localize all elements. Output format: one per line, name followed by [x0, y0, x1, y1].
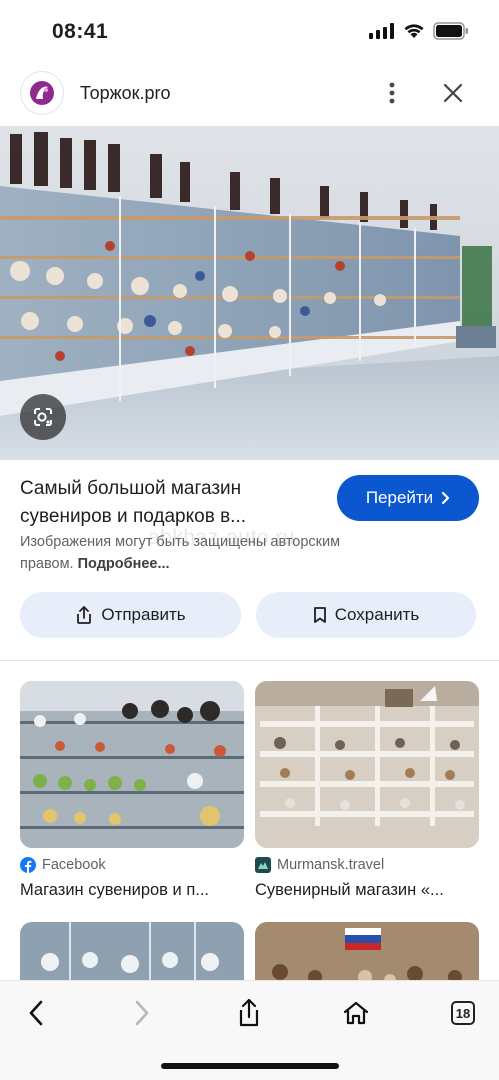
status-bar: 08:41	[0, 0, 499, 64]
share-button[interactable]: Отправить	[20, 592, 241, 638]
battery-icon	[433, 22, 468, 40]
more-vert-icon	[389, 82, 395, 104]
facebook-icon	[20, 857, 36, 873]
visit-label: Перейти	[365, 488, 434, 507]
close-button[interactable]	[438, 78, 468, 108]
site-logo-icon	[30, 81, 54, 105]
related-source-name-1: Facebook	[42, 857, 106, 873]
tabs-button[interactable]: 18	[441, 991, 485, 1035]
shop-shelves-illustration-2	[255, 681, 479, 848]
copyright-notice: Изображения могут быть защищены авторски…	[20, 531, 380, 575]
forward-button[interactable]	[120, 991, 164, 1035]
close-icon	[443, 83, 463, 103]
related-title-2[interactable]: Сувенирный магазин «...	[255, 881, 481, 900]
back-button[interactable]	[14, 991, 58, 1035]
related-title-1[interactable]: Магазин сувениров и п...	[20, 881, 246, 900]
home-button[interactable]	[334, 991, 378, 1035]
lens-icon	[34, 408, 52, 426]
lens-search-button[interactable]	[20, 394, 66, 440]
share-page-button[interactable]	[227, 991, 271, 1035]
wifi-icon	[404, 24, 424, 38]
share-icon	[239, 998, 259, 1027]
site-header: Торжок.pro	[0, 64, 499, 126]
status-time: 08:41	[52, 20, 109, 43]
visit-button[interactable]: Перейти	[337, 475, 479, 521]
site-name[interactable]: Торжок.pro	[80, 83, 171, 104]
related-image-1[interactable]	[20, 681, 244, 848]
save-label: Сохранить	[334, 605, 420, 624]
related-source-2[interactable]: Murmansk.travel	[255, 857, 384, 873]
result-title[interactable]: Самый большой магазин сувениров и подарк…	[20, 475, 320, 531]
tabs-count: 18	[451, 1001, 475, 1025]
related-source-1[interactable]: Facebook	[20, 857, 106, 873]
shop-shelves-illustration	[20, 681, 244, 848]
home-indicator[interactable]	[161, 1063, 339, 1069]
chevron-right-icon	[135, 1000, 149, 1026]
chevron-right-icon	[442, 491, 450, 505]
hero-image[interactable]	[0, 126, 499, 460]
bookmark-icon	[313, 607, 326, 623]
save-button[interactable]: Сохранить	[256, 592, 476, 638]
more-options-button[interactable]	[378, 78, 406, 108]
related-image-2[interactable]	[255, 681, 479, 848]
site-logo[interactable]	[20, 71, 64, 115]
chevron-left-icon	[29, 1000, 43, 1026]
signal-icon	[369, 23, 394, 39]
share-icon	[77, 606, 92, 624]
murmansk-travel-icon	[255, 857, 271, 873]
related-source-name-2: Murmansk.travel	[277, 857, 385, 873]
divider	[0, 660, 499, 661]
home-icon	[343, 1001, 369, 1025]
status-icons	[369, 22, 469, 40]
learn-more-link[interactable]: Подробнее...	[78, 556, 170, 572]
page: 08:41 Торжок.pro Самый большой магазин с…	[0, 0, 499, 1080]
share-label: Отправить	[101, 605, 186, 624]
shop-interior-illustration	[0, 126, 499, 460]
copyright-text: Изображения могут быть защищены авторски…	[20, 534, 341, 572]
